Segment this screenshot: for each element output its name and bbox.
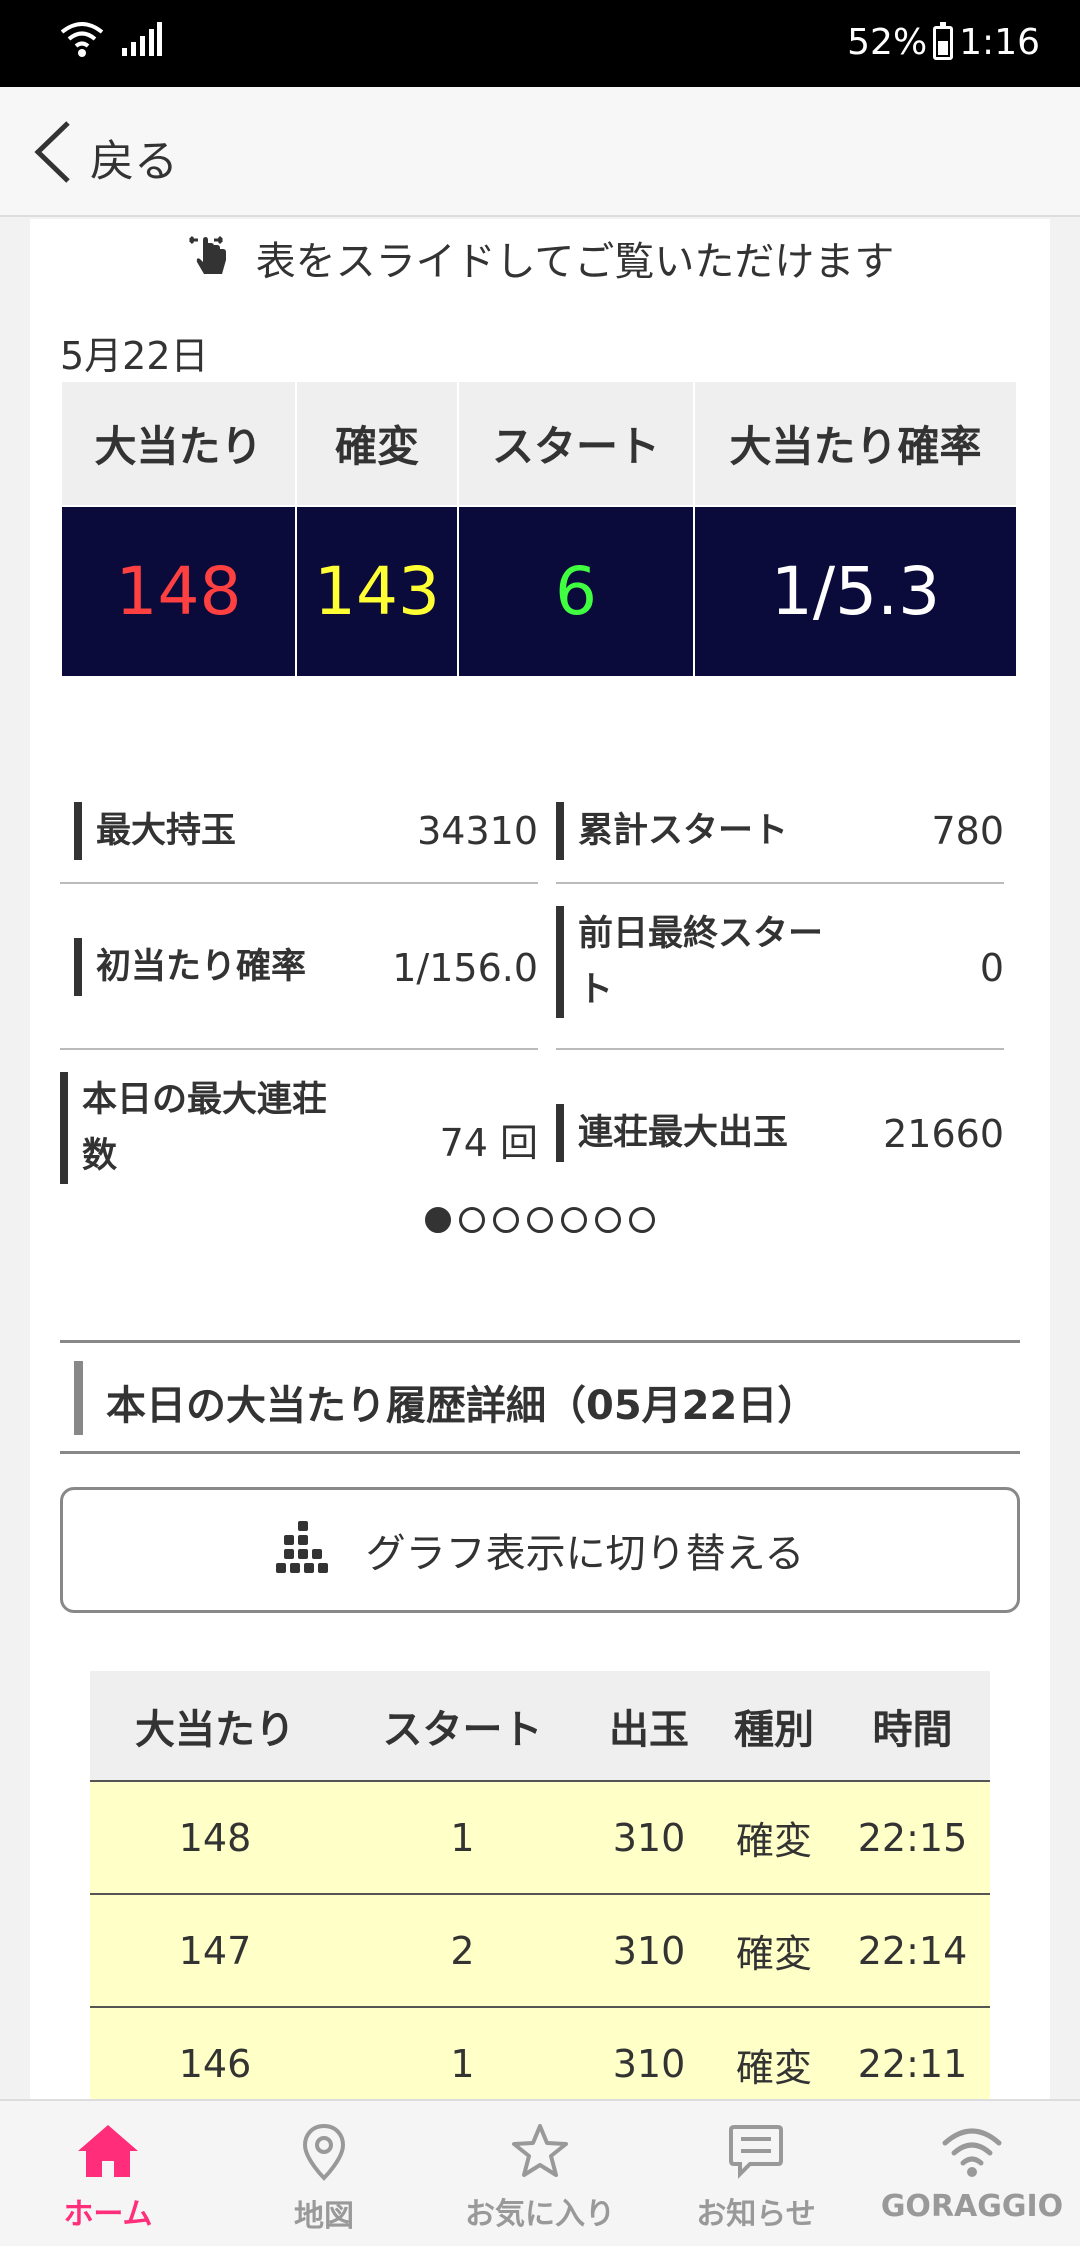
slide-hint-text: 表をスライドしてご覧いただけます [255, 239, 895, 285]
signal-icon [122, 22, 162, 62]
stat-label: 最大持玉 [74, 802, 236, 860]
history-header: 大当たり [90, 1671, 340, 1781]
history-cell: 147 [90, 1893, 340, 2007]
stat-label: 初当たり確率 [74, 938, 306, 996]
nav-label: お知らせ [696, 2197, 816, 2232]
jackpot-probability: 1/5.3 [694, 505, 1016, 676]
wifi-status-icon [60, 20, 104, 64]
pager-dot[interactable] [595, 1207, 621, 1233]
wifi-icon [941, 2123, 1003, 2183]
stat-value: 0 [979, 946, 1004, 990]
history-header: スタート [340, 1671, 585, 1781]
app-header: 戻る [0, 87, 1080, 217]
history-section-title: 本日の大当たり履歴詳細（05月22日） [60, 1340, 1020, 1454]
section-bar [74, 1361, 83, 1435]
stat-value: 1/156.0 [392, 946, 538, 990]
nav-label: 地図 [294, 2199, 354, 2234]
kakuhen-count: 143 [296, 505, 459, 676]
summary-header: 大当たり確率 [694, 382, 1016, 506]
history-cell: 1 [340, 1780, 585, 1894]
clock: 1:16 [959, 22, 1040, 63]
start-count: 6 [458, 505, 695, 676]
nav-label: GORAGGIO [880, 2189, 1064, 2224]
nav-home[interactable]: ホーム [0, 2101, 216, 2246]
message-icon [728, 2123, 784, 2183]
pager-dot[interactable] [527, 1207, 553, 1233]
history-cell: 148 [90, 1780, 340, 1894]
history-table[interactable]: 大当たり スタート 出玉 種別 時間 148 1 310 確変 22:15 14… [90, 1671, 990, 2120]
history-cell: 310 [585, 1780, 713, 1894]
pager-dot[interactable] [425, 1207, 451, 1233]
stat-value: 780 [931, 809, 1004, 853]
history-cell: 22:14 [835, 1893, 990, 2007]
section-title-text: 本日の大当たり履歴詳細（05月22日） [106, 1383, 818, 1429]
table-row: 147 2 310 確変 22:14 [90, 1893, 990, 2007]
back-button[interactable]: 戻る [90, 125, 178, 189]
map-pin-icon [302, 2123, 346, 2185]
stat-total-start: 累計スタート 780 [556, 772, 1004, 884]
pager-dot[interactable] [493, 1207, 519, 1233]
stat-value: 21660 [883, 1112, 1004, 1156]
history-cell: 確変 [713, 1893, 835, 2007]
stat-prev-day-start: 前日最終スタート 0 [556, 884, 1004, 1050]
history-header: 出玉 [585, 1671, 713, 1781]
nav-goraggio[interactable]: GORAGGIO [864, 2101, 1080, 2246]
stat-max-streak: 本日の最大連荘数 74 回 [60, 1050, 538, 1216]
stat-streak-max-payout: 連荘最大出玉 21660 [556, 1050, 1004, 1216]
status-bar: 52% 1:16 [0, 0, 1080, 87]
pager-dot[interactable] [629, 1207, 655, 1233]
date-label: 5月22日 [60, 334, 209, 378]
stat-label: 連荘最大出玉 [556, 1104, 788, 1162]
nav-notices[interactable]: お知らせ [648, 2101, 864, 2246]
summary-header: スタート [458, 382, 695, 506]
chevron-left-icon[interactable] [30, 119, 74, 189]
nav-map[interactable]: 地図 [216, 2101, 432, 2246]
stat-first-hit-prob: 初当たり確率 1/156.0 [60, 884, 538, 1050]
swipe-hand-icon [186, 232, 234, 284]
graph-toggle-button[interactable]: グラフ表示に切り替える [60, 1487, 1020, 1613]
star-icon [511, 2123, 569, 2183]
stat-value: 74 回 [439, 1121, 538, 1165]
history-cell: 22:15 [835, 1780, 990, 1894]
stat-max-balls: 最大持玉 34310 [60, 772, 538, 884]
history-header: 種別 [713, 1671, 835, 1781]
graph-icon [275, 1521, 330, 1579]
pager-dot[interactable] [561, 1207, 587, 1233]
jackpot-count: 148 [62, 505, 297, 676]
nav-label: お気に入り [465, 2197, 615, 2232]
stat-label: 本日の最大連荘数 [60, 1072, 360, 1184]
battery-percent: 52% [847, 22, 928, 63]
history-cell: 2 [340, 1893, 585, 2007]
stat-value: 34310 [417, 809, 538, 853]
stat-label: 累計スタート [556, 802, 788, 860]
table-row: 148 1 310 確変 22:15 [90, 1780, 990, 1894]
history-header: 時間 [835, 1671, 990, 1781]
nav-favorites[interactable]: お気に入り [432, 2101, 648, 2246]
bottom-nav: ホーム 地図 お気に入り お知らせ GORAGGIO [0, 2099, 1080, 2246]
stat-label: 前日最終スタート [556, 906, 836, 1018]
battery-icon [933, 21, 954, 60]
pager-dot[interactable] [459, 1207, 485, 1233]
nav-label: ホーム [63, 2197, 153, 2232]
carousel-pager[interactable] [30, 1207, 1050, 1233]
home-icon [76, 2123, 140, 2183]
graph-toggle-label: グラフ表示に切り替える [365, 1531, 805, 1577]
summary-table[interactable]: 大当たり 確変 スタート 大当たり確率 148 143 6 1/5.3 [62, 382, 1016, 676]
content-card: 表をスライドしてご覧いただけます 5月22日 大当たり 確変 スタート 大当たり… [30, 219, 1050, 2120]
slide-hint: 表をスライドしてご覧いただけます [30, 229, 1050, 287]
summary-header: 大当たり [62, 382, 297, 506]
history-cell: 確変 [713, 1780, 835, 1894]
summary-header: 確変 [296, 382, 459, 506]
history-cell: 310 [585, 1893, 713, 2007]
